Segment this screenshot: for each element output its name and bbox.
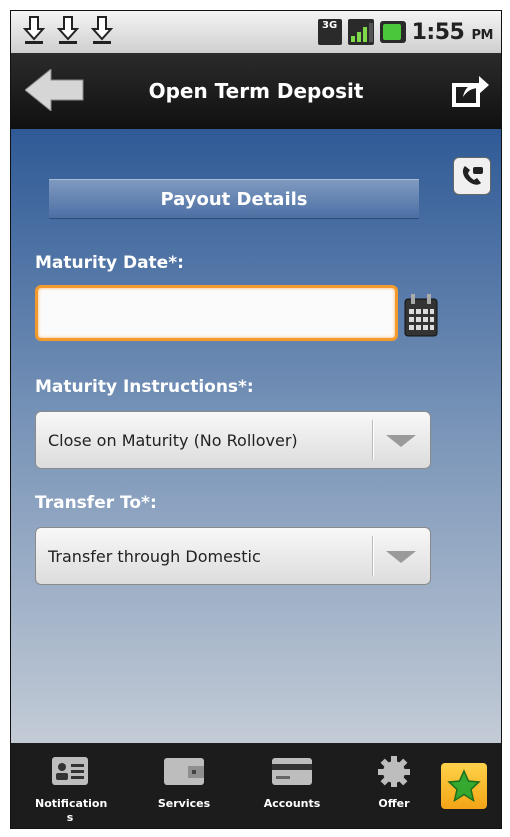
phone-call-icon [462,166,483,185]
favorite-button[interactable] [441,763,487,809]
wallet-icon [164,758,204,785]
download-icon [23,16,45,44]
clock: 1:55 PM [411,19,494,45]
maturity-instructions-label: Maturity Instructions*: [35,377,254,397]
maturity-instructions-value: Close on Maturity (No Rollover) [48,430,298,450]
dropdown-divider [372,420,374,460]
network-3g-icon: 3G [317,19,342,45]
star-icon [447,769,481,803]
chevron-down-icon [386,551,416,563]
call-button[interactable] [453,157,491,195]
maturity-date-label: Maturity Date*: [35,253,184,273]
nav-item-accounts[interactable]: Accounts [247,743,337,828]
nav-item-notifications[interactable]: Notification s [25,743,115,828]
maturity-instructions-dropdown[interactable]: Close on Maturity (No Rollover) [35,411,431,469]
download-icon [57,16,79,44]
nav-item-offers[interactable]: Offer [359,743,429,828]
bottom-navigation: Notification s Services Accounts Offer [11,743,501,828]
nav-label-offers: Offer [378,797,410,810]
phone-screen: 3G 1:55 PM Open Term Deposit Payout Deta… [10,10,502,829]
section-header-payout-details: Payout Details [49,179,419,219]
nav-label-notifications: Notification s [35,797,108,824]
main-content: Payout Details Maturity Date*: Maturity … [11,129,501,743]
download-icon [91,16,113,44]
transfer-to-value: Transfer through Domestic [48,546,261,566]
back-arrow-icon[interactable] [25,69,85,111]
page-title: Open Term Deposit [148,79,364,103]
dropdown-divider [372,536,374,576]
maturity-date-field[interactable] [35,285,398,341]
transfer-to-label: Transfer To*: [35,493,157,513]
signal-strength-icon [347,19,374,45]
gear-icon [378,756,410,787]
battery-icon [379,21,406,43]
share-icon[interactable] [451,71,491,111]
chevron-down-icon [386,435,416,447]
calendar-icon[interactable] [404,293,438,337]
credit-card-icon [272,758,312,785]
nav-item-services[interactable]: Services [139,743,229,828]
status-bar: 3G 1:55 PM [11,11,501,54]
nav-label-accounts: Accounts [263,797,321,810]
transfer-to-dropdown[interactable]: Transfer through Domestic [35,527,431,585]
contact-card-icon [52,757,88,785]
clock-ampm: PM [471,27,494,43]
nav-label-services: Services [157,797,211,810]
clock-time: 1:55 [411,19,465,45]
app-header: Open Term Deposit [11,53,501,129]
